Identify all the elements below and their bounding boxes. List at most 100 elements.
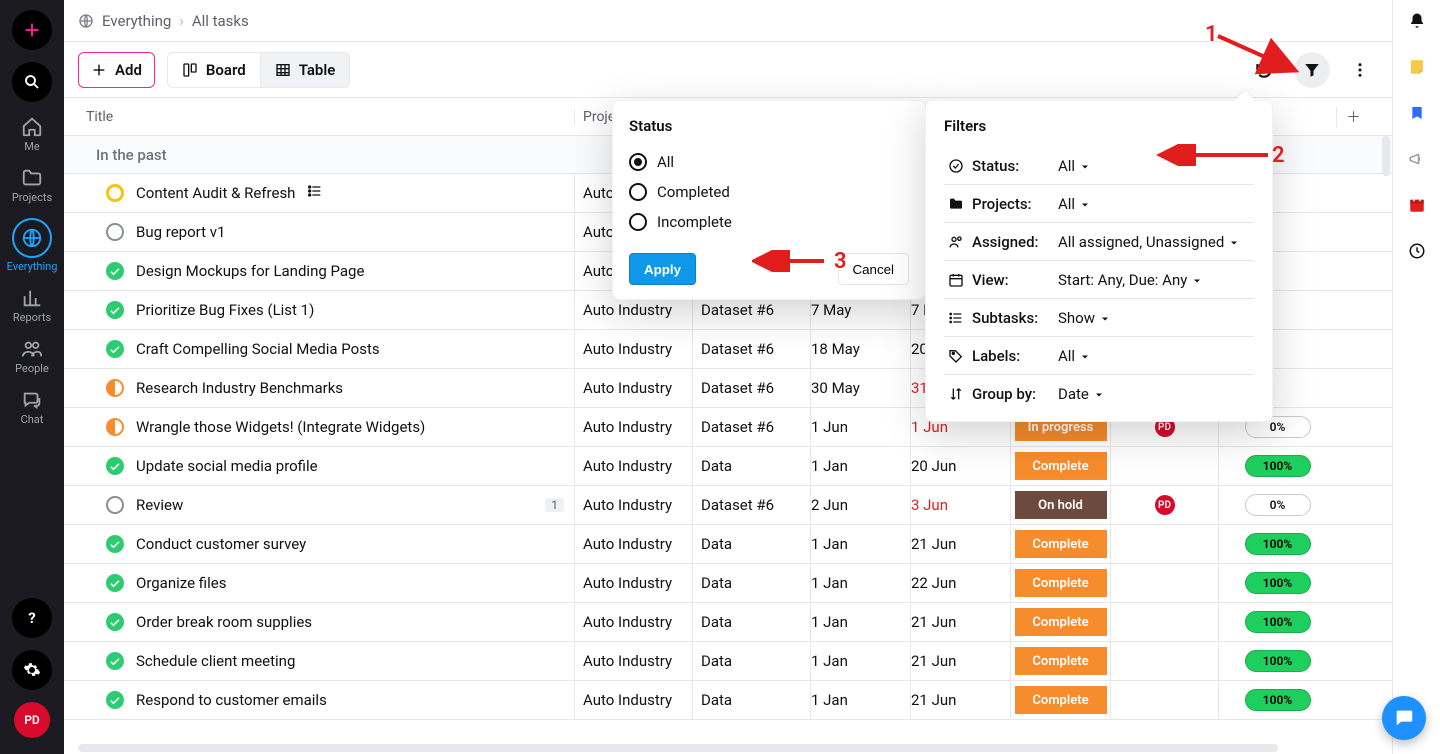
chevron-down-icon (1079, 199, 1091, 211)
status-badge[interactable]: Complete (1015, 647, 1107, 675)
filter-row[interactable]: View:Start: Any, Due: Any (944, 261, 1254, 299)
search-button[interactable] (12, 62, 52, 102)
status-option[interactable]: Completed (629, 177, 909, 207)
status-dot[interactable] (106, 379, 124, 397)
scrollbar-v[interactable] (1382, 136, 1390, 176)
filter-value[interactable]: All assigned, Unassigned (1058, 233, 1254, 251)
bell-icon[interactable] (1408, 12, 1426, 34)
col-title[interactable]: Title (64, 109, 574, 125)
filter-row[interactable]: Group by:Date (944, 375, 1254, 413)
calendar-icon[interactable] (1408, 196, 1426, 218)
table-row[interactable]: Respond to customer emailsAuto IndustryD… (64, 681, 1392, 720)
avatar[interactable]: PD (14, 702, 50, 738)
progress-pill[interactable]: 100% (1245, 611, 1311, 633)
status-dot[interactable] (106, 223, 124, 241)
cancel-button[interactable]: Cancel (838, 253, 910, 285)
chevron-down-icon (1079, 161, 1091, 173)
filter-value[interactable]: Date (1058, 385, 1254, 403)
add-column[interactable]: ＋ (1336, 107, 1370, 127)
crumb-root[interactable]: Everything (102, 12, 171, 30)
filter-value[interactable]: All (1058, 195, 1254, 213)
globe-icon (21, 227, 43, 249)
table-row[interactable]: Order break room suppliesAuto IndustryDa… (64, 603, 1392, 642)
status-dot[interactable] (106, 535, 124, 553)
filter-row[interactable]: Subtasks:Show (944, 299, 1254, 337)
sidebar-item-chat[interactable]: Chat (21, 389, 44, 426)
help-button[interactable]: ? (12, 598, 52, 638)
status-option[interactable]: All (629, 147, 909, 177)
table-row[interactable]: Schedule client meetingAuto IndustryData… (64, 642, 1392, 681)
status-badge[interactable]: Complete (1015, 569, 1107, 597)
filter-button[interactable] (1294, 52, 1330, 88)
filter-row[interactable]: Assigned:All assigned, Unassigned (944, 223, 1254, 261)
add-button[interactable]: Add (78, 52, 155, 88)
right-sidebar (1392, 0, 1440, 754)
sidebar-item-me[interactable]: Me (21, 116, 43, 153)
filter-value[interactable]: All (1058, 157, 1254, 175)
sidebar-item-projects[interactable]: Projects (12, 167, 52, 204)
status-badge[interactable]: Complete (1015, 452, 1107, 480)
status-dot[interactable] (106, 301, 124, 319)
progress-pill[interactable]: 100% (1245, 455, 1311, 477)
progress-pill[interactable]: 100% (1245, 689, 1311, 711)
status-badge[interactable]: Complete (1015, 608, 1107, 636)
filter-row[interactable]: Labels:All (944, 337, 1254, 375)
status-dot[interactable] (106, 457, 124, 475)
settings-button[interactable] (12, 650, 52, 690)
create-button[interactable] (12, 10, 52, 50)
status-dot[interactable] (106, 418, 124, 436)
status-dot[interactable] (106, 496, 124, 514)
sidebar-item-people[interactable]: People (15, 338, 49, 375)
crumb-leaf[interactable]: All tasks (192, 12, 249, 30)
sidebar-item-everything[interactable]: Everything (7, 218, 58, 273)
progress-pill[interactable]: 100% (1245, 572, 1311, 594)
task-title: Organize files (136, 574, 226, 592)
table-row[interactable]: Update social media profileAuto Industry… (64, 447, 1392, 486)
progress-pill[interactable]: 100% (1245, 533, 1311, 555)
help-icon: ? (28, 609, 35, 627)
board-tab[interactable]: Board (168, 53, 261, 87)
progress-pill[interactable]: 0% (1245, 494, 1311, 516)
status-dot[interactable] (106, 691, 124, 709)
refresh-button[interactable] (1246, 52, 1282, 88)
filter-value[interactable]: Start: Any, Due: Any (1058, 271, 1254, 289)
status-dot[interactable] (106, 340, 124, 358)
assignee-chip[interactable]: PD (1155, 495, 1175, 515)
filter-row[interactable]: Status:All (944, 147, 1254, 185)
status-badge[interactable]: Complete (1015, 686, 1107, 714)
more-button[interactable] (1342, 52, 1378, 88)
apply-button[interactable]: Apply (629, 253, 696, 285)
table-row[interactable]: Review1Auto IndustryDataset #62 Jun3 Jun… (64, 486, 1392, 525)
globe-icon (78, 13, 94, 29)
chat-bubble-button[interactable] (1382, 696, 1426, 740)
status-badge[interactable]: Complete (1015, 530, 1107, 558)
progress-pill[interactable]: 100% (1245, 650, 1311, 672)
chevron-down-icon (1228, 237, 1240, 249)
status-dot[interactable] (106, 262, 124, 280)
status-dot[interactable] (106, 574, 124, 592)
status-popover: Status AllCompletedIncomplete Apply Canc… (612, 100, 926, 300)
status-dot[interactable] (106, 184, 124, 202)
status-option[interactable]: Incomplete (629, 207, 909, 237)
chart-icon (21, 287, 43, 309)
filter-row[interactable]: Projects:All (944, 185, 1254, 223)
note-icon[interactable] (1408, 58, 1426, 80)
scrollbar-h[interactable] (64, 742, 1392, 754)
megaphone-icon[interactable] (1408, 150, 1426, 172)
sidebar-item-reports[interactable]: Reports (13, 287, 51, 324)
status-dot[interactable] (106, 613, 124, 631)
clock-icon[interactable] (1408, 242, 1426, 264)
task-title: Conduct customer survey (136, 535, 306, 553)
table-row[interactable]: Conduct customer surveyAuto IndustryData… (64, 525, 1392, 564)
list-icon (944, 310, 968, 326)
table-row[interactable]: Organize filesAuto IndustryData1 Jan22 J… (64, 564, 1392, 603)
bookmark-icon[interactable] (1409, 104, 1425, 126)
status-dot[interactable] (106, 652, 124, 670)
task-title: Craft Compelling Social Media Posts (136, 340, 380, 358)
status-title: Status (629, 117, 909, 135)
filter-value[interactable]: All (1058, 347, 1254, 365)
table-tab[interactable]: Table (261, 53, 350, 87)
status-badge[interactable]: On hold (1015, 491, 1107, 519)
user-icon (944, 234, 968, 250)
filter-value[interactable]: Show (1058, 309, 1254, 327)
